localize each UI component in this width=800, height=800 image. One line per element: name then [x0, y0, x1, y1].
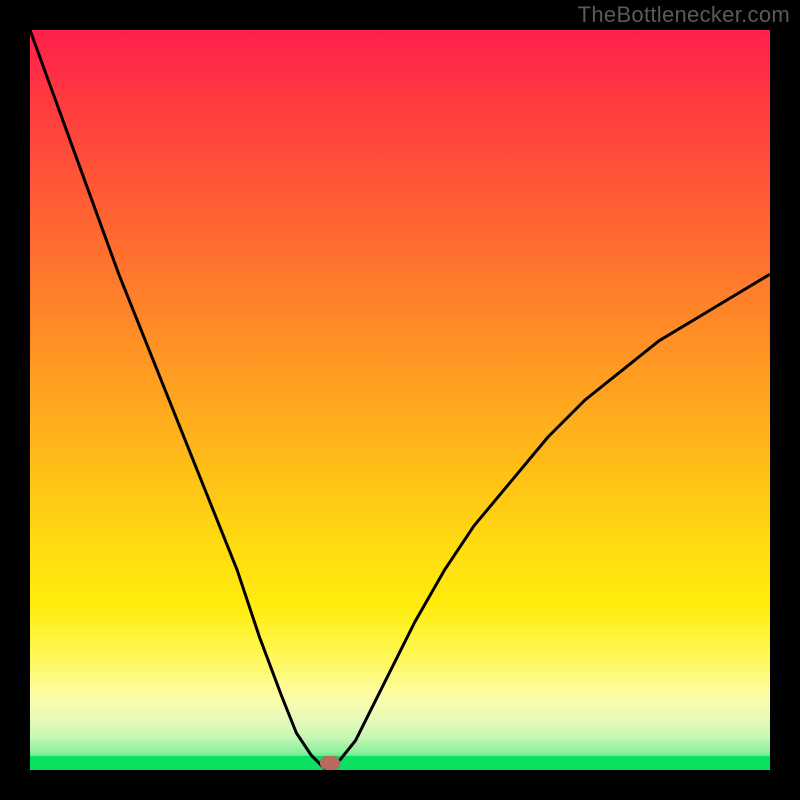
watermark-text: TheBottlenecker.com	[578, 2, 790, 28]
bottleneck-curve	[30, 30, 770, 770]
curve-layer	[30, 30, 770, 770]
minimum-marker	[320, 756, 340, 770]
plot-area	[30, 30, 770, 770]
chart-frame: TheBottlenecker.com	[0, 0, 800, 800]
